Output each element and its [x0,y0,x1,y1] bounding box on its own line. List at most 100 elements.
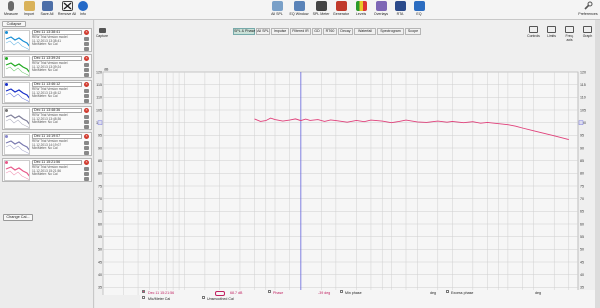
tab-spectrogram[interactable]: Spectrogram [377,28,404,35]
eq-window-button[interactable]: EQ Window [288,1,310,16]
y-tick-label-left: 55 [98,235,102,239]
right-scrollbar[interactable] [595,20,600,308]
generator-label: Generator [332,12,350,16]
settings-icon[interactable] [84,94,89,98]
spl-meter-button[interactable]: SPL Meter [310,1,332,16]
info-small-icon[interactable] [84,177,89,181]
measurement-thumbnail[interactable] [4,30,30,51]
tab-gd[interactable]: GD [312,28,322,35]
change-cal-button[interactable]: Change Cal... [3,214,33,221]
y-tick-label-right: 65 [580,210,584,214]
lock-icon[interactable] [84,63,89,67]
y-tick-label-left: 115 [96,83,102,87]
trace-legend: Dec 11 15:21:56 68.7 dB Phase -39 deg Mi… [140,290,600,308]
collapse-button[interactable]: Collapse [2,21,26,27]
graph-area: Capture SPL & Phase All SPL Impulse Filtere… [95,20,600,308]
info-button[interactable]: Info [72,1,94,16]
info-icon [78,1,88,11]
capture-button[interactable]: Capture [95,28,109,38]
measurement-note-line: MiniMeter: No Cal [32,94,58,99]
y-tick-label-right: 90 [580,146,584,150]
measurement-thumbnail[interactable] [4,56,30,77]
y-tick-label-right: 105 [580,108,586,112]
generator-icon [335,1,347,11]
measurement-notes: REW Trial Version model 11.12.2013 15:21:… [32,165,82,177]
save-all-button[interactable]: Save All [36,1,58,16]
info-small-icon[interactable] [84,73,89,77]
tab-spl-phase[interactable]: SPL & Phase [233,28,255,35]
tab-all-spl[interactable]: All SPL [256,28,270,35]
tab-scope[interactable]: Scope [405,28,421,35]
measurement-color-dot [5,31,8,34]
lock-icon[interactable] [84,141,89,145]
measurement-thumbnail[interactable] [4,160,30,181]
save-all-label: Save All [40,12,54,16]
remove-measurement-icon[interactable]: × [84,108,89,113]
info-small-icon[interactable] [84,99,89,103]
spl-meter-label: SPL Meter [312,12,330,16]
measurement-item[interactable]: Dec 11 14:19:07 REW Trial Version model 11… [2,132,92,156]
y-tick-label-right: 50 [580,248,584,252]
settings-icon[interactable] [84,172,89,176]
measurement-color-dot [5,57,8,60]
capture-label: Capture [95,34,109,38]
settings-icon[interactable] [84,146,89,150]
all-spl-button[interactable]: All SPL [266,1,288,16]
graph-icon [583,26,592,33]
measurement-item[interactable]: Dec 11 13:38:41 REW Trial Version model 11… [2,28,92,52]
tab-rt60[interactable]: RT60 [323,28,337,35]
measurement-item[interactable]: Dec 11 15:21:56 REW Trial Version model 11… [2,158,92,182]
y-tick-label-right: 45 [580,260,584,264]
legend-unsmoothed-label: Unsmoothed Cal [207,297,234,301]
controls-icon [529,26,538,33]
measurement-thumbnail[interactable] [4,108,30,129]
remove-measurement-icon[interactable]: × [84,134,89,139]
tab-decay[interactable]: Decay [338,28,353,35]
settings-icon[interactable] [84,42,89,46]
lock-icon[interactable] [84,167,89,171]
legend-mic-cal-label: Mic/Meter Cal [148,297,171,301]
controls-label: Controls [527,34,540,38]
measurement-color-dot [5,135,8,138]
lock-icon[interactable] [84,115,89,119]
remove-measurement-icon[interactable]: × [84,56,89,61]
spl-chart[interactable]: 2345678910152030405060801001502003004005… [95,40,600,295]
eq-button[interactable]: EQ [408,1,430,16]
remove-measurement-icon[interactable]: × [84,82,89,87]
remove-measurement-icon[interactable]: × [84,160,89,165]
lock-icon[interactable] [84,37,89,41]
overlays-icon [375,1,387,11]
measurement-item[interactable]: Dec 11 13:46:12 REW Trial Version model 11… [2,80,92,104]
main-toolbar: Measure Import Save All Remove All Info … [0,0,600,20]
y-tick-label-right: 55 [580,235,584,239]
info-small-icon[interactable] [84,47,89,51]
measurement-note-line: MiniMeter: No Cal [32,146,58,151]
measurement-notes: REW Trial Version model 11.12.2013 13:39:… [32,61,82,73]
legend-row-2: Mic/Meter Cal Unsmoothed Cal [140,296,600,302]
tab-waterfall[interactable]: Waterfall [354,28,376,35]
settings-icon[interactable] [84,120,89,124]
y-tick-label-right: 40 [580,273,584,277]
y-tick-label-left: 50 [98,248,102,252]
measurement-thumbnail[interactable] [4,82,30,103]
graph-button[interactable]: Graph [581,26,594,38]
measurement-item[interactable]: Dec 11 13:39:24 REW Trial Version model 11… [2,54,92,78]
info-small-icon[interactable] [84,125,89,129]
controls-button[interactable]: Controls [527,26,540,38]
settings-icon[interactable] [84,68,89,72]
tab-impulse[interactable]: Impulse [271,28,289,35]
info-small-icon[interactable] [84,151,89,155]
legend-smoothing-box[interactable] [215,290,225,296]
levels-button[interactable]: Levels [350,1,372,16]
measurement-thumbnail[interactable] [4,134,30,155]
measurement-item[interactable]: Dec 11 13:48:36 REW Trial Version model 11… [2,106,92,130]
limits-button[interactable]: Limits [545,26,558,38]
preferences-button[interactable]: Preferences [577,1,599,16]
y-tick-label-left: 120 [96,70,102,74]
remove-measurement-icon[interactable]: × [84,30,89,35]
tab-filtered-ir[interactable]: Filtered IR [290,28,311,35]
generator-button[interactable]: Generator [330,1,352,16]
y-tick-label-right: 85 [580,159,584,163]
lock-icon[interactable] [84,89,89,93]
y-tick-label-left: 35 [98,286,102,290]
